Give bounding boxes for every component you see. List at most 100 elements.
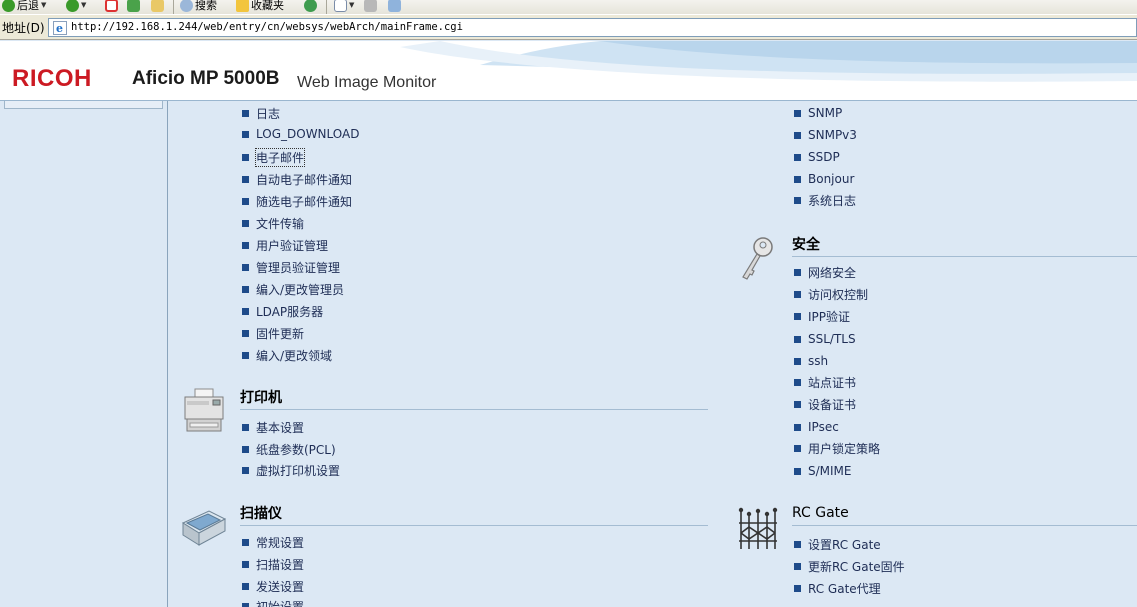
- forward-button[interactable]: ▼: [66, 0, 86, 13]
- bullet-icon: [242, 583, 249, 590]
- bullet-icon: [794, 357, 801, 365]
- link-program-change-admin[interactable]: 编入/更改管理员: [242, 281, 344, 298]
- link-ipsec[interactable]: IPsec: [794, 420, 839, 434]
- bullet-icon: [794, 197, 801, 204]
- home-button[interactable]: [151, 0, 164, 13]
- bullet-icon: [242, 176, 249, 183]
- history-icon: [304, 0, 317, 12]
- link-send-settings[interactable]: 发送设置: [242, 578, 304, 595]
- bullet-icon: [242, 603, 249, 607]
- star-icon: [236, 0, 249, 12]
- link-admin-auth-management[interactable]: 管理员验证管理: [242, 259, 340, 276]
- dropdown-arrow-icon: ▼: [41, 1, 47, 9]
- bullet-icon: [794, 109, 801, 117]
- bullet-icon: [794, 313, 801, 320]
- edit-icon: [388, 0, 401, 12]
- bullet-icon: [794, 563, 801, 570]
- link-ldap-server[interactable]: LDAP服务器: [242, 303, 323, 320]
- link-site-certificate[interactable]: 站点证书: [794, 374, 856, 391]
- link-rcgate-firmware-update[interactable]: 更新RC Gate固件: [794, 558, 905, 575]
- link-tray-parameters-pcl[interactable]: 纸盘参数(PCL): [242, 441, 336, 458]
- toolbar-separator: [326, 0, 327, 14]
- link-printer-basic-settings[interactable]: 基本设置: [242, 419, 304, 436]
- address-url: http://192.168.1.244/web/entry/cn/websys…: [71, 21, 463, 33]
- link-log[interactable]: 日志: [242, 105, 280, 122]
- back-button[interactable]: 后退 ▼: [2, 0, 46, 13]
- bullet-icon: [794, 291, 801, 298]
- link-rcgate-proxy[interactable]: RC Gate代理: [794, 580, 881, 597]
- link-snmp[interactable]: SNMP: [794, 106, 842, 120]
- device-model: Aficio MP 5000B: [132, 68, 280, 89]
- link-virtual-printer-settings[interactable]: 虚拟打印机设置: [242, 462, 340, 479]
- link-on-demand-email-notification[interactable]: 随选电子邮件通知: [242, 193, 352, 210]
- section-divider: [240, 409, 708, 410]
- link-bonjour[interactable]: Bonjour: [794, 172, 854, 186]
- link-snmpv3[interactable]: SNMPv3: [794, 128, 857, 142]
- product-name: Web Image Monitor: [297, 74, 437, 91]
- printer-icon: [364, 0, 377, 12]
- link-ssh[interactable]: ssh: [794, 354, 828, 368]
- link-s-mime[interactable]: S/MIME: [794, 464, 852, 478]
- section-divider: [792, 525, 1137, 526]
- browser-toolbar: 后退 ▼ ▼ 搜索 收藏夹 ▼: [0, 0, 1137, 14]
- link-user-auth-management[interactable]: 用户验证管理: [242, 237, 328, 254]
- search-button[interactable]: 搜索: [180, 0, 217, 13]
- back-label: 后退: [17, 0, 39, 12]
- mail-button[interactable]: ▼: [334, 0, 354, 13]
- dropdown-arrow-icon: ▼: [81, 1, 87, 9]
- rcgate-section-title: RC Gate: [792, 505, 849, 521]
- bullet-icon: [794, 335, 801, 343]
- bullet-icon: [242, 242, 249, 249]
- link-firmware-update[interactable]: 固件更新: [242, 325, 304, 342]
- ricoh-logo: RICOH: [12, 65, 92, 92]
- toolbar-separator: [173, 0, 174, 14]
- print-button[interactable]: [364, 0, 377, 13]
- link-general-settings[interactable]: 常规设置: [242, 534, 304, 551]
- link-log-download[interactable]: LOG_DOWNLOAD: [242, 127, 359, 141]
- bullet-icon: [242, 446, 249, 453]
- link-ssdp[interactable]: SSDP: [794, 150, 840, 164]
- link-scan-settings[interactable]: 扫描设置: [242, 556, 304, 573]
- bullet-icon: [242, 467, 249, 474]
- history-button[interactable]: [304, 0, 317, 13]
- link-user-lockout-policy[interactable]: 用户锁定策略: [794, 440, 880, 457]
- edit-button[interactable]: [388, 0, 401, 13]
- bullet-icon: [794, 541, 801, 548]
- bullet-icon: [242, 539, 249, 546]
- link-initial-settings[interactable]: 初始设置: [242, 598, 304, 607]
- mail-icon: [334, 0, 347, 12]
- bullet-icon: [242, 330, 249, 337]
- bullet-icon: [242, 220, 249, 227]
- link-file-transfer[interactable]: 文件传输: [242, 215, 304, 232]
- main-content: 日志 LOG_DOWNLOAD 电子邮件 自动电子邮件通知 随选电子邮件通知 文…: [169, 101, 1137, 607]
- link-access-control[interactable]: 访问权控制: [794, 286, 868, 303]
- address-label: 地址(D): [2, 21, 45, 35]
- bullet-icon: [242, 308, 249, 315]
- link-device-certificate[interactable]: 设备证书: [794, 396, 856, 413]
- link-rcgate-settings[interactable]: 设置RC Gate: [794, 536, 881, 553]
- bullet-icon: [794, 423, 801, 431]
- dropdown-arrow-icon: ▼: [349, 1, 355, 9]
- bullet-icon: [242, 110, 249, 117]
- address-input[interactable]: e http://192.168.1.244/web/entry/cn/webs…: [48, 18, 1137, 37]
- ie-page-icon: e: [53, 21, 67, 35]
- link-network-security[interactable]: 网络安全: [794, 264, 856, 281]
- printer-section-title: 打印机: [240, 390, 282, 406]
- back-arrow-icon: [2, 0, 15, 12]
- svg-text:e: e: [56, 22, 63, 35]
- bullet-icon: [794, 153, 801, 161]
- stop-button[interactable]: [105, 0, 118, 13]
- link-auto-email-notification[interactable]: 自动电子邮件通知: [242, 171, 352, 188]
- address-bar: 地址(D) e http://192.168.1.244/web/entry/c…: [0, 14, 1137, 40]
- page-header: RICOH Aficio MP 5000B Web Image Monitor: [0, 41, 1137, 101]
- favorites-button[interactable]: 收藏夹: [236, 0, 284, 13]
- link-ipp-authentication[interactable]: IPP验证: [794, 308, 850, 325]
- refresh-button[interactable]: [127, 0, 140, 13]
- bullet-icon: [242, 424, 249, 431]
- link-ssl-tls[interactable]: SSL/TLS: [794, 332, 856, 346]
- bullet-icon: [794, 379, 801, 386]
- forward-arrow-icon: [66, 0, 79, 12]
- link-program-change-realm[interactable]: 编入/更改领域: [242, 347, 332, 364]
- link-system-log[interactable]: 系统日志: [794, 192, 856, 209]
- link-email[interactable]: 电子邮件: [242, 148, 306, 167]
